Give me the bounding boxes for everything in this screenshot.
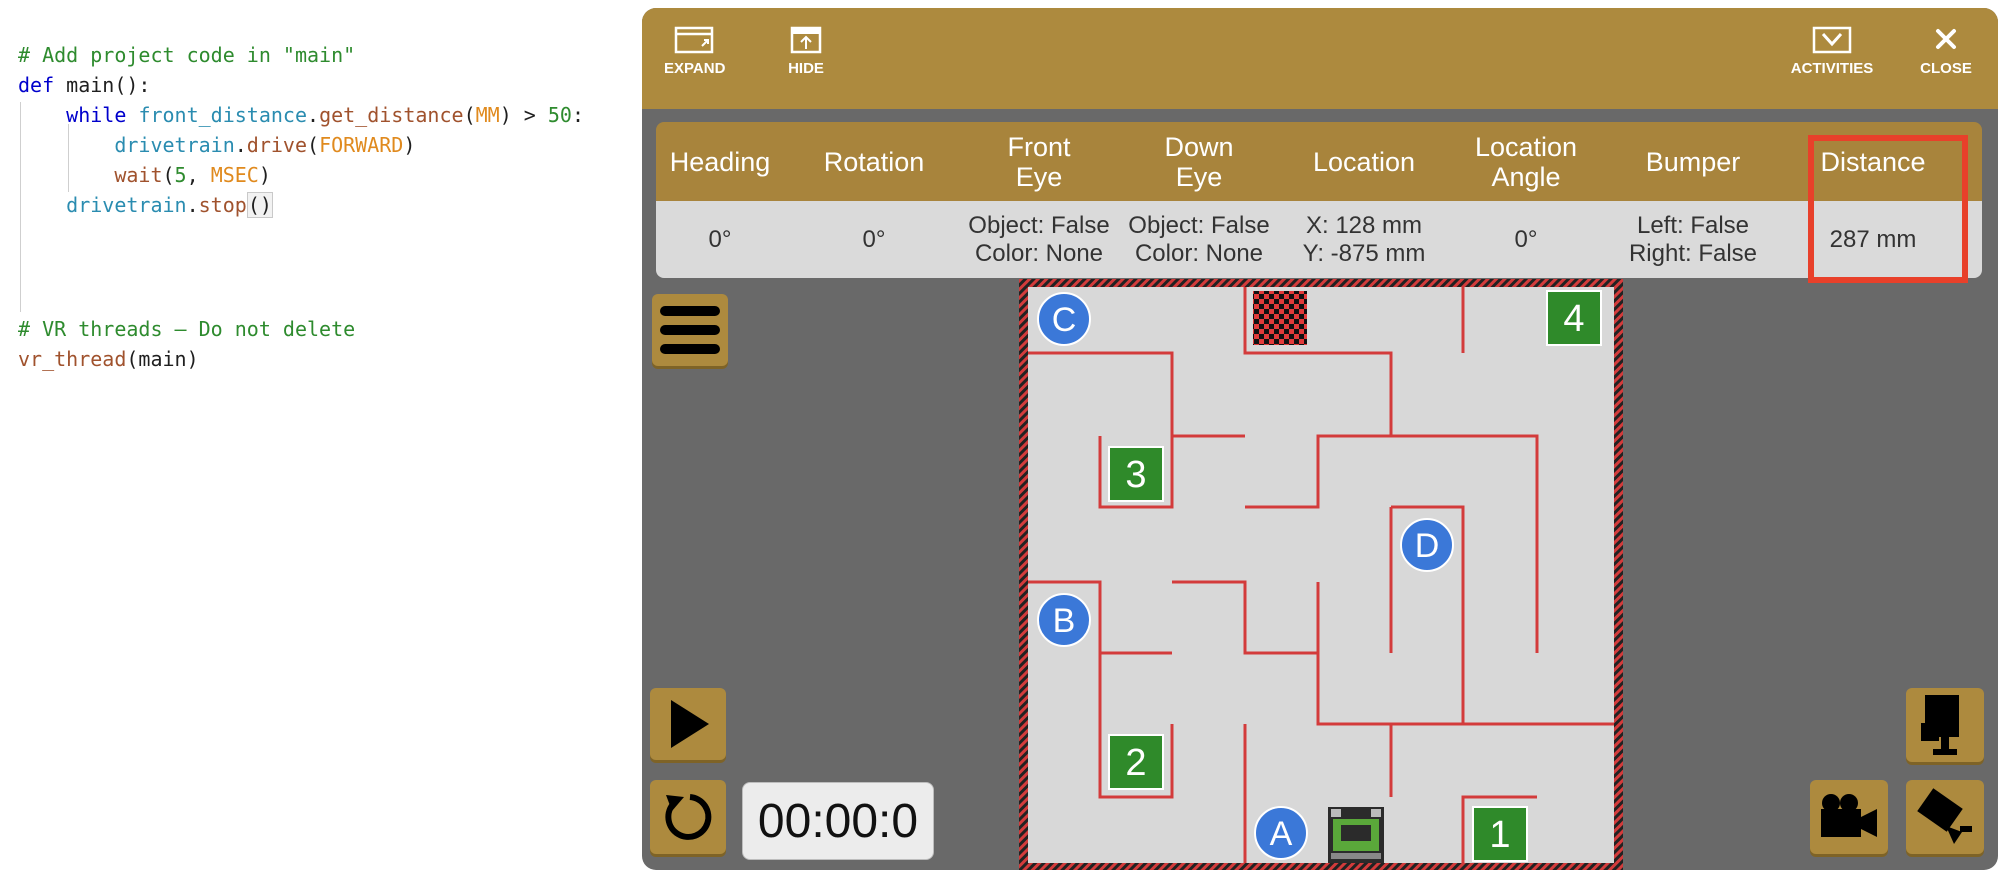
location-header: Location (1312, 146, 1416, 177)
code-comment: # VR threads — Do not delete (18, 317, 356, 341)
code-function: wait (114, 163, 163, 187)
svg-text:A: A (1270, 815, 1293, 853)
checkered-flag-icon (1253, 291, 1307, 345)
simulator-panel: EXPAND HIDE ACTIVITIES CLOSE Heading Rot… (642, 8, 1998, 870)
camera-top-button[interactable] (1906, 688, 1984, 762)
code-comment: # Add project code in "main" (18, 43, 356, 67)
code-line-1[interactable]: # Add project code in "main" (18, 40, 355, 70)
close-label: CLOSE (1920, 60, 1972, 77)
code-line-6[interactable]: drivetrain.stop() (18, 190, 273, 220)
code-number: 50 (547, 103, 572, 127)
code-function: get_distance (319, 103, 464, 127)
code-line-4[interactable]: drivetrain.drive(FORWARD) (18, 130, 415, 160)
play-icon (671, 700, 709, 748)
sensor-dashboard: Heading Rotation Front Eye Down Eye Locati… (656, 122, 1982, 278)
rotation-header: Rotation (823, 146, 925, 177)
code-module: front_distance (138, 103, 308, 127)
code-line-2[interactable]: def main(): (18, 70, 150, 100)
code-text: main(): (54, 73, 151, 97)
location-angle-header: Location Angle (1474, 131, 1578, 192)
menu-button[interactable] (652, 294, 728, 366)
marker-2: 2 (1108, 734, 1164, 790)
svg-text:3: 3 (1125, 454, 1146, 496)
activities-label: ACTIVITIES (1790, 60, 1874, 77)
code-keyword: def (18, 73, 55, 97)
close-button[interactable]: CLOSE (1914, 24, 1978, 77)
code-line-8[interactable]: vr_thread(main) (18, 344, 199, 374)
menu-icon (660, 306, 720, 354)
code-keyword: while (66, 103, 127, 127)
simulator-toolbar: EXPAND HIDE ACTIVITIES CLOSE (642, 8, 1998, 109)
bracket-match: () (246, 192, 273, 218)
marker-3: 3 (1108, 446, 1164, 502)
marker-4: 4 (1546, 290, 1602, 346)
distance-header: Distance (1820, 146, 1926, 177)
bumper-header: Bumper (1645, 146, 1741, 177)
marker-b: B (1037, 593, 1091, 647)
code-line-5[interactable]: wait(5, MSEC) (18, 160, 271, 190)
front-eye-header: Front Eye (1007, 131, 1071, 192)
code-constant: MSEC (210, 163, 259, 187)
front-eye-value: Object: False Color: None (968, 211, 1110, 267)
marker-d: D (1400, 518, 1454, 572)
reset-icon (665, 794, 712, 840)
activities-button[interactable]: ACTIVITIES (1786, 24, 1878, 77)
svg-text:4: 4 (1563, 298, 1584, 340)
heading-value: 0° (708, 225, 732, 253)
down-eye-value: Object: False Color: None (1128, 211, 1270, 267)
code-text: main (138, 347, 187, 371)
down-eye-header: Down Eye (1164, 131, 1234, 192)
reset-button[interactable] (650, 780, 726, 854)
code-function: vr_thread (18, 347, 127, 371)
code-line-7[interactable]: # VR threads — Do not delete (18, 314, 355, 344)
svg-text:C: C (1052, 301, 1077, 339)
maze-playground[interactable]: C B D A 4 3 2 1 (1019, 279, 1623, 870)
hide-label: HIDE (788, 60, 824, 77)
play-button[interactable] (650, 688, 726, 760)
camera-side-icon (1917, 788, 1972, 844)
expand-button[interactable]: EXPAND (664, 24, 726, 77)
close-icon (1936, 29, 1956, 49)
hide-button[interactable]: HIDE (776, 24, 836, 77)
code-line-3[interactable]: while front_distance.get_distance(MM) > … (18, 100, 584, 130)
code-module: drivetrain (114, 133, 235, 157)
robot-icon[interactable] (1328, 807, 1384, 863)
location-angle-value: 0° (1514, 225, 1538, 253)
distance-value: 287 mm (1829, 225, 1917, 253)
code-number: 5 (174, 163, 187, 187)
code-function: drive (246, 133, 308, 157)
code-function: stop (198, 193, 247, 217)
camera-follow-button[interactable] (1810, 780, 1888, 854)
code-editor[interactable]: # Add project code in "main" def main():… (0, 0, 640, 875)
hide-icon (790, 26, 822, 54)
camera-side-button[interactable] (1906, 780, 1984, 854)
code-constant: MM (475, 103, 500, 127)
camera-top-icon (1921, 695, 1959, 755)
expand-icon (674, 26, 714, 54)
location-value: X: 128 mm Y: -875 mm (1302, 211, 1426, 267)
svg-text:1: 1 (1489, 814, 1510, 856)
activities-icon (1812, 26, 1852, 54)
svg-text:D: D (1415, 527, 1440, 565)
marker-a: A (1254, 806, 1308, 860)
camera-follow-icon (1821, 794, 1877, 837)
marker-c: C (1037, 292, 1091, 346)
svg-text:2: 2 (1125, 742, 1146, 784)
marker-1: 1 (1472, 806, 1528, 862)
heading-header: Heading (669, 146, 771, 177)
svg-text:B: B (1053, 602, 1076, 640)
run-timer: 00:00:0 (742, 782, 934, 860)
bumper-value: Left: False Right: False (1628, 211, 1758, 267)
expand-label: EXPAND (664, 60, 726, 77)
code-constant: FORWARD (319, 133, 404, 157)
rotation-value: 0° (862, 225, 886, 253)
code-module: drivetrain (66, 193, 187, 217)
